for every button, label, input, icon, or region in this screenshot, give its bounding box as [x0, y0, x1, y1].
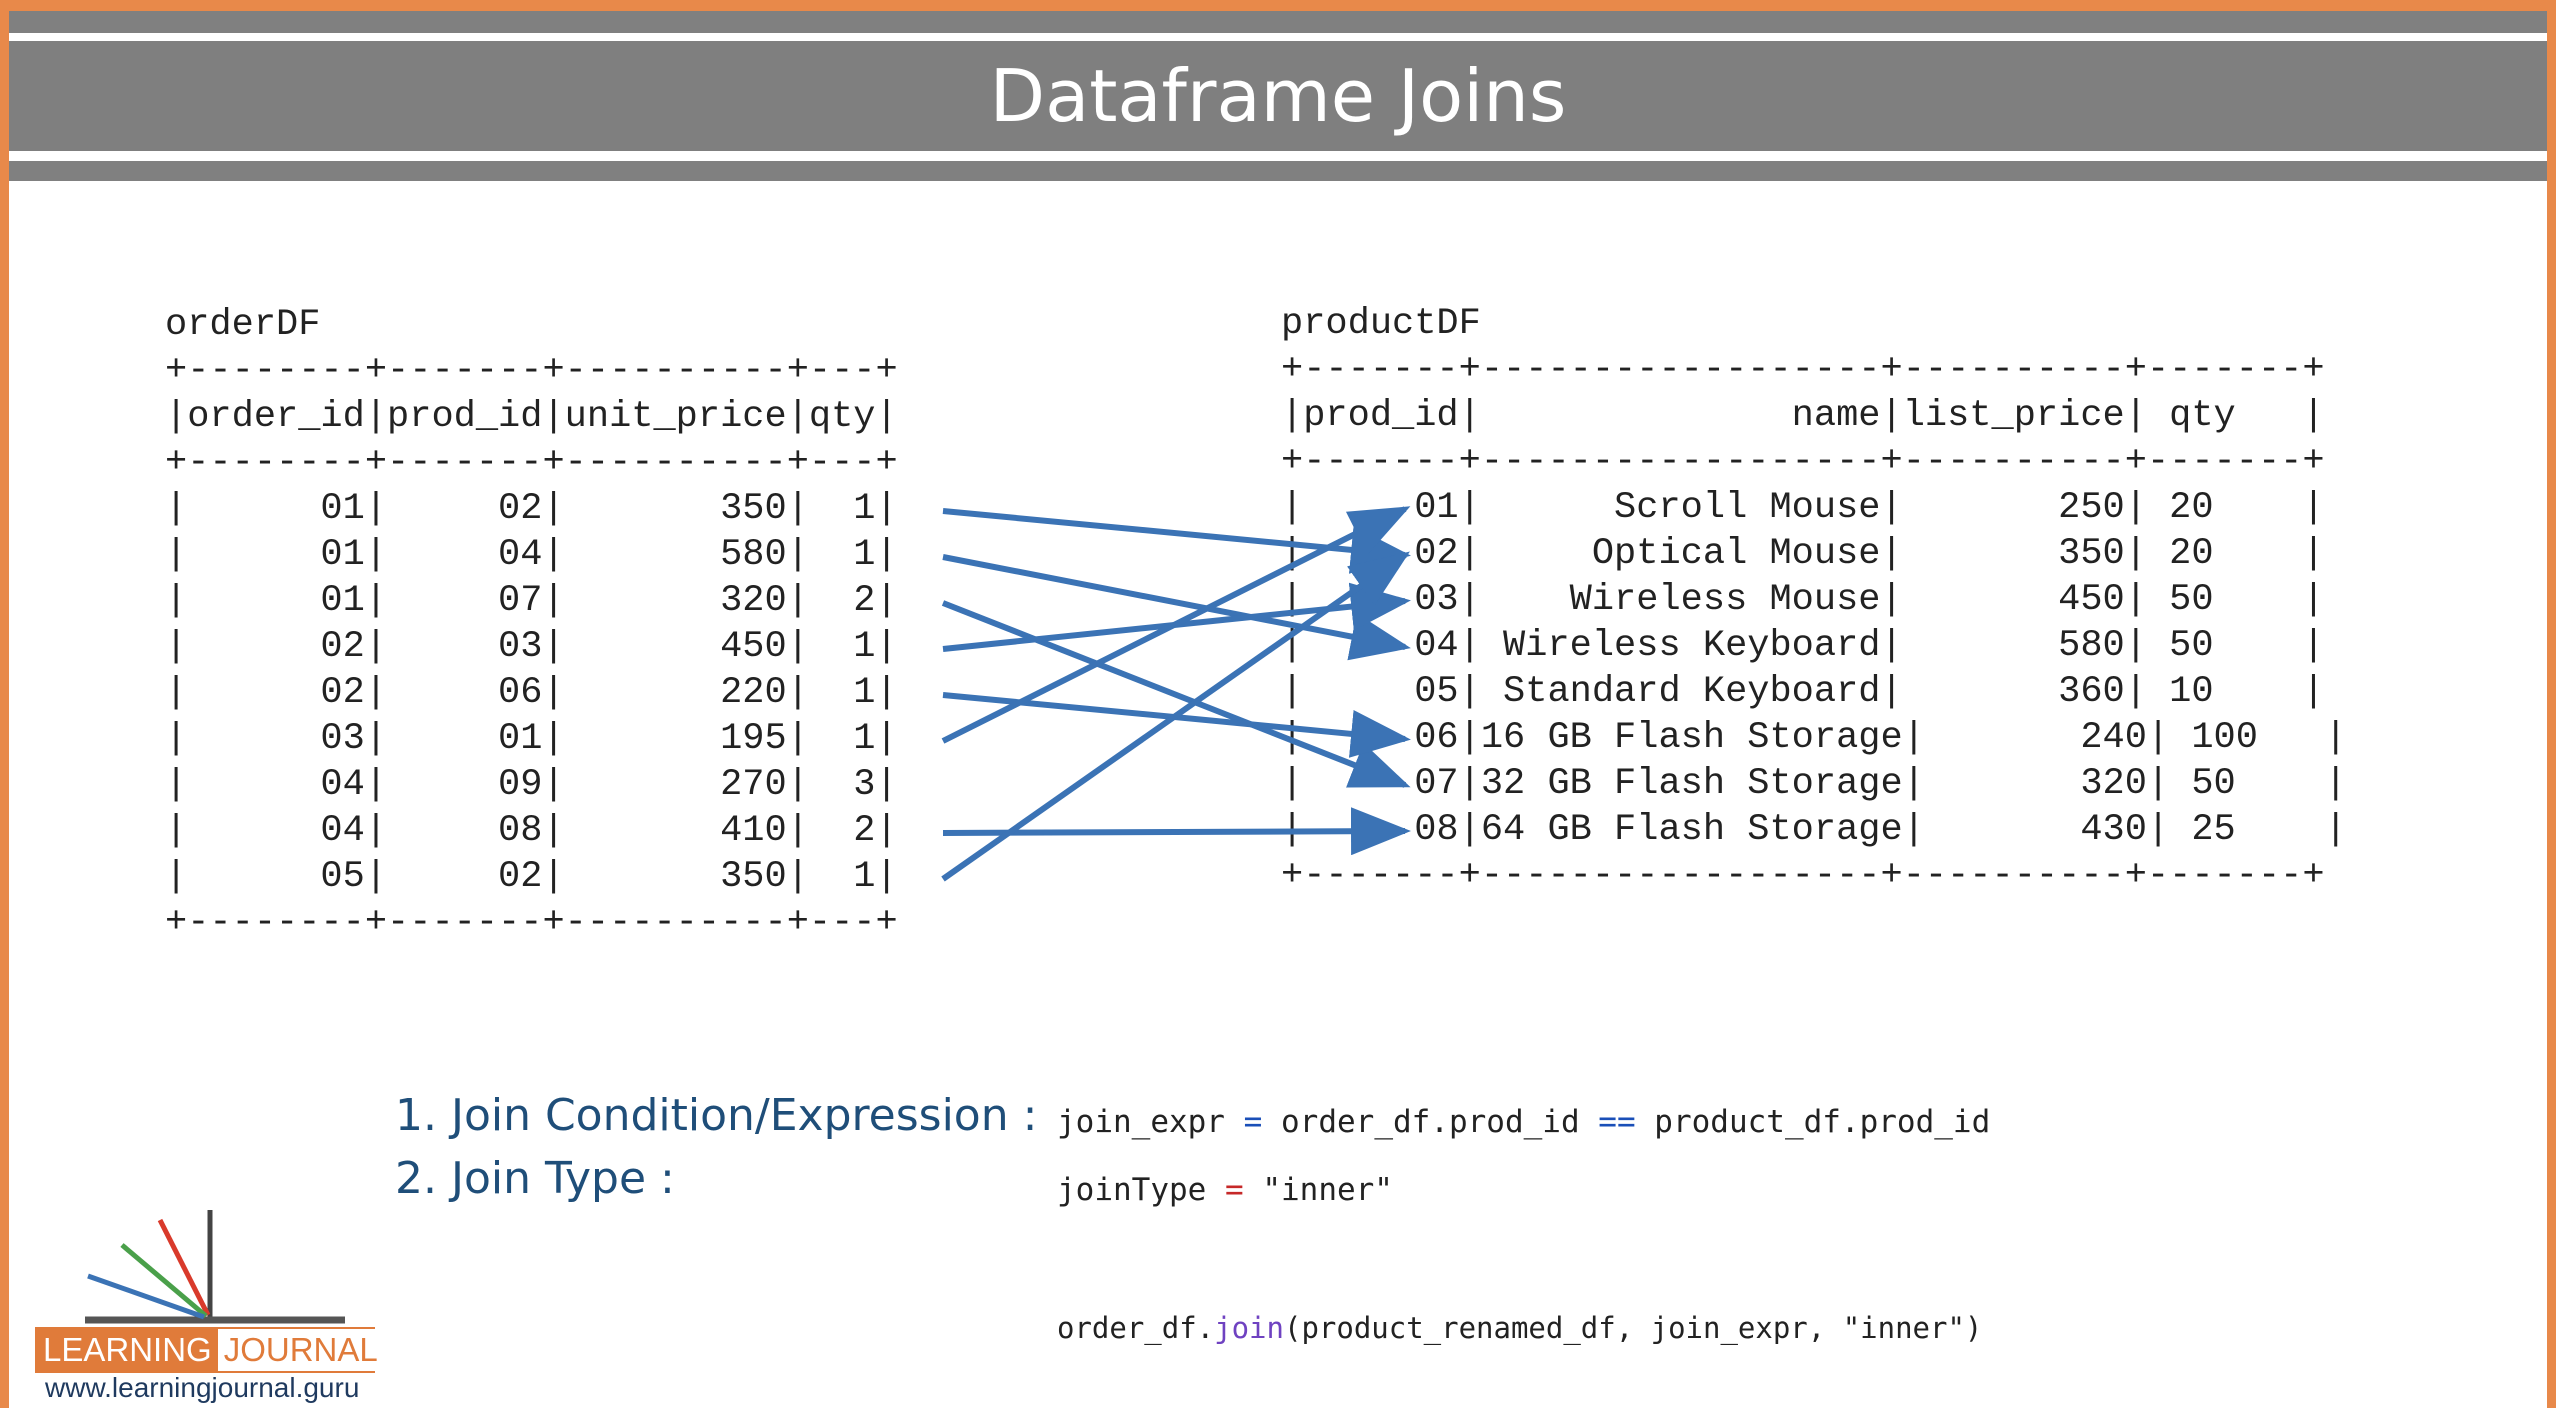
join-call-code: order_df.join(product_renamed_df, join_e… [1057, 1311, 1982, 1345]
code-token: order_df.prod_id [1281, 1104, 1580, 1140]
code-token: join_expr [1057, 1104, 1225, 1140]
logo-url: www.learningjournal.guru [45, 1372, 360, 1403]
code-token: = [1224, 1172, 1244, 1208]
code-token: order_df. [1057, 1311, 1215, 1345]
code-token: joinType [1057, 1172, 1207, 1208]
join-arrow [941, 506, 1411, 744]
logo: LEARNING JOURNAL [35, 1327, 384, 1373]
code-token: = [1243, 1104, 1263, 1140]
logo-right-text: JOURNAL [217, 1329, 384, 1371]
join-type-code: joinType = "inner" [1057, 1172, 1393, 1208]
code-token: product_df.prod_id [1654, 1104, 1991, 1140]
code-token: join [1214, 1311, 1284, 1345]
join-arrow [942, 508, 1411, 574]
logo-left-text: LEARNING [37, 1329, 218, 1371]
code-token: "inner" [1262, 1172, 1393, 1208]
join-arrow [941, 600, 1411, 788]
code-token: (product_renamed_df, join_expr, "inner") [1283, 1311, 1983, 1345]
code-token: == [1598, 1104, 1636, 1140]
join-type-label: 2. Join Type : [395, 1153, 675, 1204]
logo-rays-icon [85, 1210, 345, 1324]
join-expr-code: join_expr = order_df.prod_id == product_… [1057, 1104, 1990, 1140]
join-condition-label: 1. Join Condition/Expression : [395, 1090, 1038, 1141]
